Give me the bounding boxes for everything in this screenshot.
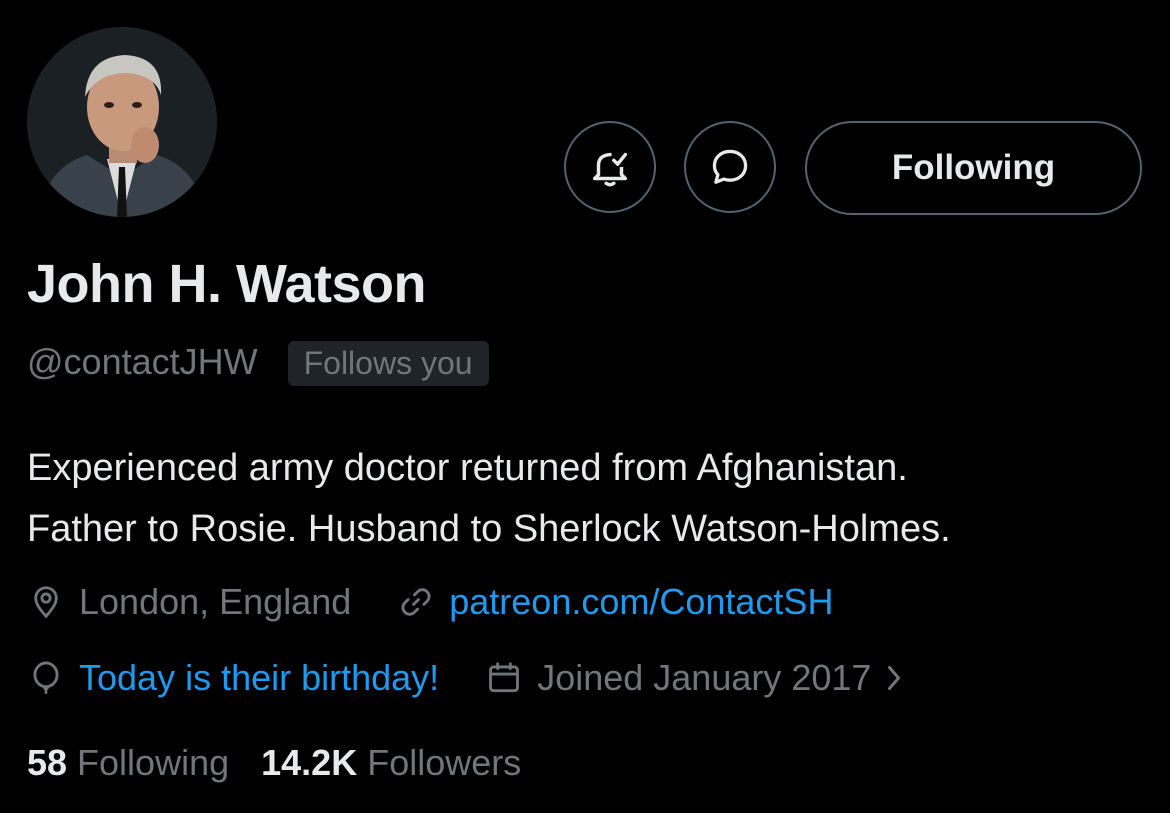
website[interactable]: patreon.com/ContactSH [397, 581, 833, 623]
following-label: Following [77, 742, 230, 783]
profile-avatar[interactable] [27, 27, 217, 217]
message-bubble-icon [712, 149, 748, 184]
following-count: 58 [27, 742, 68, 783]
calendar-icon [485, 659, 523, 697]
profile-bio: Experienced army doctor returned from Af… [27, 438, 1157, 560]
location: London, England [27, 581, 351, 623]
bell-check-icon [592, 152, 628, 187]
followers-count: 14.2K [261, 742, 358, 783]
followers-stat[interactable]: 14.2K Followers [261, 742, 553, 784]
website-link[interactable]: patreon.com/ContactSH [449, 581, 833, 623]
birthday-text[interactable]: Today is their birthday! [79, 657, 439, 699]
link-icon [397, 583, 435, 621]
chevron-right-icon [883, 663, 905, 693]
user-handle: @contactJHW [27, 340, 258, 382]
notifications-button[interactable] [564, 121, 656, 213]
birthday[interactable]: Today is their birthday! [27, 657, 439, 699]
joined-date[interactable]: Joined January 2017 [485, 657, 905, 699]
joined-text: Joined January 2017 [537, 657, 872, 698]
follows-you-badge: Follows you [287, 341, 489, 386]
following-stat[interactable]: 58 Following [27, 742, 261, 784]
follow-stats: 58 Following 14.2K Followers [27, 742, 553, 784]
followers-label: Followers [367, 742, 522, 783]
display-name: John H. Watson [27, 254, 426, 314]
location-text: London, England [79, 581, 352, 622]
bio-line: Experienced army doctor returned from Af… [27, 447, 908, 489]
avatar-portrait-image [27, 27, 217, 217]
message-button[interactable] [684, 121, 776, 213]
profile-meta-row-1: London, England patreon.com/ContactSH [27, 581, 879, 623]
location-pin-icon [27, 583, 65, 621]
profile-actions [564, 121, 776, 213]
bio-line: Father to Rosie. Husband to Sherlock Wat… [27, 508, 951, 550]
balloon-icon [27, 659, 65, 697]
handle-row: @contactJHW Follows you [27, 337, 489, 386]
following-button[interactable]: Following [805, 121, 1142, 215]
profile-meta-row-2: Today is their birthday! Joined January … [27, 657, 951, 699]
